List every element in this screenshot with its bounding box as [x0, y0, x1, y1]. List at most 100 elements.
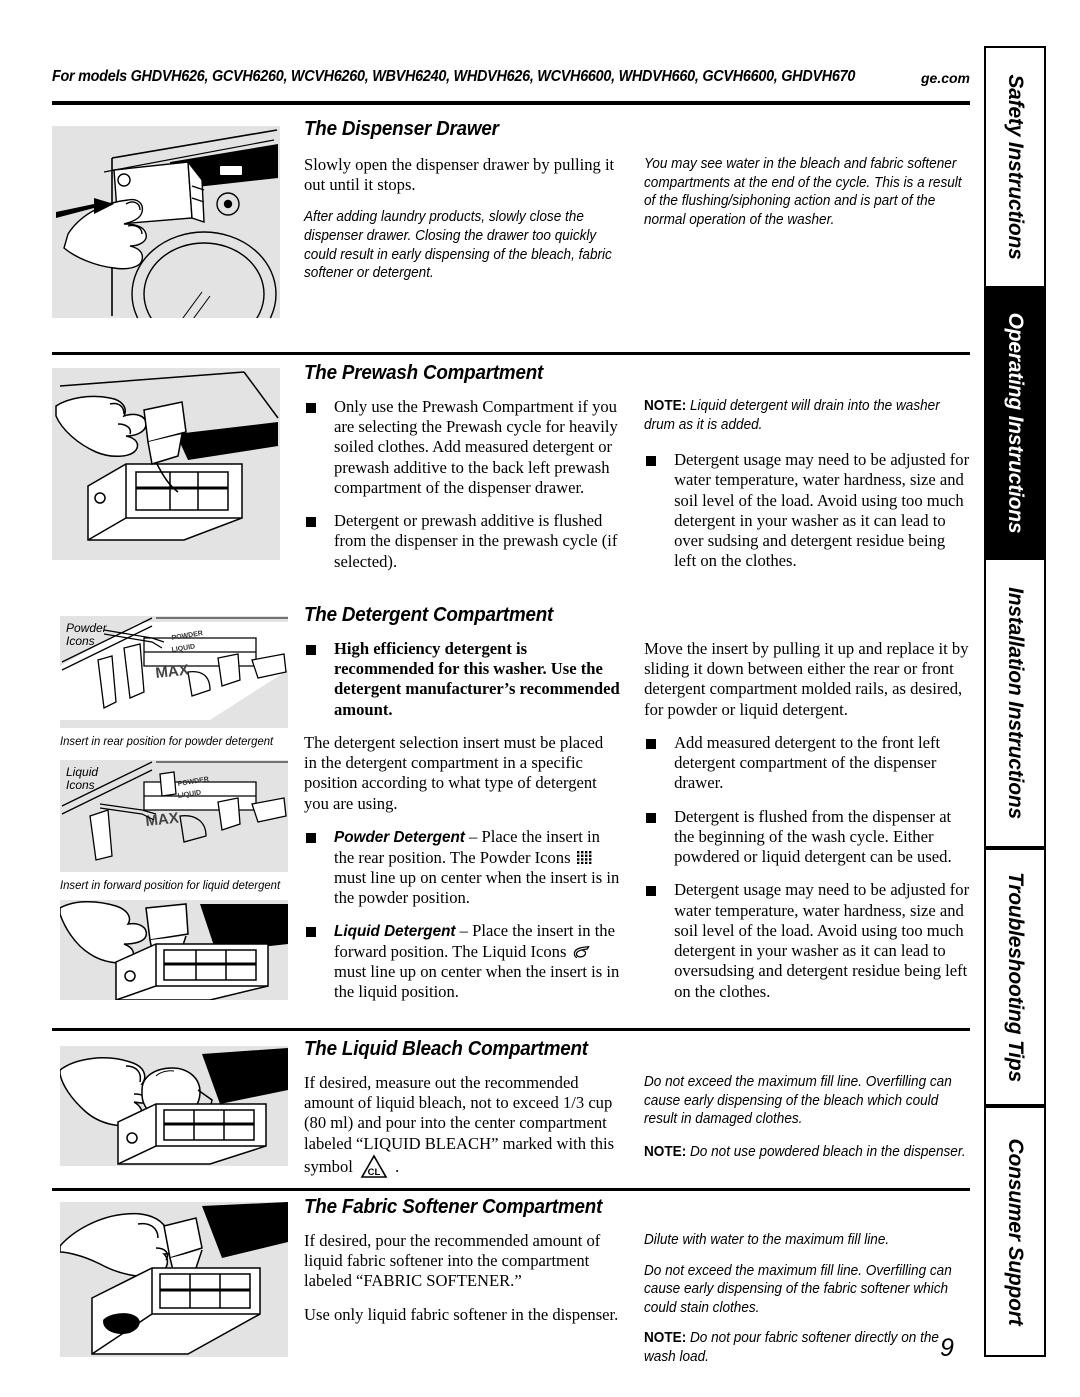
- list-item: Detergent or prewash additive is flushed…: [304, 511, 620, 572]
- bleach-instructions: If desired, measure out the recommended …: [304, 1073, 620, 1180]
- prewash-bullet-list: Only use the Prewash Compartment if you …: [304, 397, 620, 572]
- liquid-icons-label-line1: Liquid: [66, 765, 99, 779]
- list-item: Detergent usage may need to be adjusted …: [644, 880, 970, 1001]
- detergent-insert-paragraph: The detergent selection insert must be p…: [304, 732, 604, 813]
- heading-dispenser-drawer: The Dispenser Drawer: [304, 118, 499, 140]
- prewash-note: NOTE: Liquid detergent will drain into t…: [644, 397, 970, 434]
- powder-detergent-text-b: must line up on center when the insert i…: [334, 867, 620, 907]
- liquid-icons-label-line2: Icons: [66, 777, 95, 792]
- page-number: 9: [940, 1334, 954, 1362]
- powder-detergent-lead: Powder Detergent: [334, 828, 465, 846]
- bleach-pour-drawing: [60, 1048, 288, 1165]
- detergent-left-column: High efficiency detergent is recommended…: [304, 639, 620, 1003]
- illustration-open-drawer: [52, 126, 280, 318]
- detergent-pour-drawing: [60, 901, 288, 1000]
- bleach-text-a: If desired, measure out the recommended …: [304, 1073, 615, 1176]
- caption-liquid-position: Insert in forward position for liquid de…: [60, 878, 281, 892]
- list-item: Detergent is flushed from the dispenser …: [644, 807, 970, 868]
- section-dispenser-drawer: The Dispenser Drawer Slowly open the dis…: [52, 118, 970, 333]
- detergent-right-bullet-list: Add measured detergent to the front left…: [644, 733, 970, 1002]
- divider-1: [52, 352, 970, 355]
- dispenser-paragraph-2: After adding laundry products, slowly cl…: [304, 209, 612, 282]
- softener-pour-drawing: [60, 1202, 288, 1355]
- ge-website: ge.com: [920, 70, 970, 86]
- note-text: Do not use powdered bleach in the dispen…: [686, 1143, 966, 1160]
- illus-max-label: MAX: [155, 662, 190, 682]
- manual-page: For models GHDVH626, GCVH6260, WCVH6260,…: [0, 0, 1080, 1397]
- illustration-softener-pour: [60, 1202, 288, 1357]
- list-item: Only use the Prewash Compartment if you …: [304, 397, 620, 498]
- note-label: NOTE:: [644, 1330, 687, 1347]
- note-label: NOTE:: [644, 1143, 687, 1160]
- section-liquid-bleach: The Liquid Bleach Compartment If desired…: [52, 1038, 970, 1188]
- sidebar-tab-consumer-support[interactable]: Consumer Support: [984, 1106, 1046, 1357]
- sidebar-tab-label: Troubleshooting Tips: [1004, 872, 1027, 1082]
- section-tabs-sidebar: Safety Instructions Operating Instructio…: [984, 46, 1046, 1357]
- heading-fabric-softener: The Fabric Softener Compartment: [304, 1196, 603, 1218]
- powder-icons-label-line2: Icons: [66, 633, 95, 648]
- section-fabric-softener: The Fabric Softener Compartment If desir…: [52, 1196, 970, 1376]
- sidebar-tab-label: Consumer Support: [1004, 1138, 1027, 1325]
- dispenser-note-water: You may see water in the bleach and fabr…: [644, 156, 962, 228]
- dispenser-left-column: Slowly open the dispenser drawer by pull…: [304, 155, 620, 283]
- bleach-overfill-warning: Do not exceed the maximum fill line. Ove…: [644, 1074, 952, 1128]
- detergent-bold-bullet-list: High efficiency detergent is recommended…: [304, 639, 620, 720]
- heading-prewash: The Prewash Compartment: [304, 362, 544, 384]
- dispenser-paragraph-1: Slowly open the dispenser drawer by pull…: [304, 155, 615, 195]
- detergent-move-insert-paragraph: Move the insert by pulling it up and rep…: [644, 639, 969, 719]
- list-item-powder-detergent: Powder Detergent – Place the insert in t…: [304, 827, 620, 908]
- list-item-liquid-detergent: Liquid Detergent – Place the insert in t…: [304, 921, 620, 1002]
- sidebar-tab-troubleshooting-tips[interactable]: Troubleshooting Tips: [984, 848, 1046, 1106]
- bleach-note: NOTE: Do not use powdered bleach in the …: [644, 1143, 970, 1162]
- section-detergent: MAX POWDER LIQUID Powder Icons Insert in…: [52, 604, 970, 1014]
- heading-detergent: The Detergent Compartment: [304, 604, 554, 626]
- sidebar-tab-label: Safety Instructions: [1004, 74, 1027, 260]
- illustration-bleach-pour: [60, 1046, 288, 1166]
- caption-powder-position: Insert in rear position for powder deter…: [60, 734, 274, 748]
- bleach-symbol-icon: CL: [360, 1154, 388, 1180]
- page-header: For models GHDVH626, GCVH6260, WCVH6260,…: [52, 66, 970, 102]
- sidebar-tab-operating-instructions[interactable]: Operating Instructions: [984, 288, 1046, 558]
- list-item: Detergent usage may need to be adjusted …: [644, 450, 970, 571]
- bleach-left-column: If desired, measure out the recommended …: [304, 1073, 620, 1180]
- list-item: Add measured detergent to the front left…: [644, 733, 970, 794]
- softener-left-column: If desired, pour the recommended amount …: [304, 1231, 620, 1366]
- washer-front-drawing: [56, 129, 278, 318]
- model-list: For models GHDVH626, GCVH6260, WCVH6260,…: [52, 68, 856, 85]
- bleach-text-b: .: [391, 1156, 400, 1176]
- bleach-right-column: Do not exceed the maximum fill line. Ove…: [644, 1073, 970, 1180]
- illustration-prewash-pour: [52, 368, 280, 560]
- softener-instructions-1: If desired, pour the recommended amount …: [304, 1231, 601, 1291]
- liquid-icon: [573, 944, 590, 959]
- note-text: Liquid detergent will drain into the was…: [644, 398, 940, 433]
- prewash-right-bullet-list: Detergent usage may need to be adjusted …: [644, 450, 970, 571]
- illustration-liquid-insert: MAX POWDER LIQUID Liquid Icons: [60, 760, 288, 872]
- sidebar-tab-installation-instructions[interactable]: Installation Instructions: [984, 558, 1046, 848]
- liquid-detergent-text-b: must line up on center when the insert i…: [334, 962, 620, 1002]
- sidebar-tab-label: Installation Instructions: [1004, 587, 1027, 819]
- softener-overfill-warning: Do not exceed the maximum fill line. Ove…: [644, 1262, 952, 1316]
- sidebar-tab-label: Operating Instructions: [1004, 312, 1027, 534]
- prewash-right-column: NOTE: Liquid detergent will drain into t…: [644, 397, 970, 572]
- note-text: Do not pour fabric softener directly on …: [644, 1330, 940, 1365]
- detergent-right-column: Move the insert by pulling it up and rep…: [644, 639, 970, 1003]
- note-label: NOTE:: [644, 398, 687, 414]
- softener-right-column: Dilute with water to the maximum fill li…: [644, 1231, 970, 1366]
- header-rule: [52, 101, 970, 105]
- softener-dilute-note: Dilute with water to the maximum fill li…: [644, 1232, 890, 1248]
- illustration-detergent-pour: [60, 900, 288, 1000]
- section-prewash: The Prewash Compartment Only use the Pre…: [52, 362, 970, 587]
- sidebar-tab-safety-instructions[interactable]: Safety Instructions: [984, 46, 1046, 288]
- list-item: High efficiency detergent is recommended…: [304, 639, 620, 720]
- prewash-left-column: Only use the Prewash Compartment if you …: [304, 397, 620, 572]
- powder-icons-label-line1: Powder: [66, 621, 107, 635]
- softener-instructions-2: Use only liquid fabric softener in the d…: [304, 1304, 619, 1324]
- softener-note: NOTE: Do not pour fabric softener direct…: [644, 1329, 970, 1366]
- detergent-type-bullet-list: Powder Detergent – Place the insert in t…: [304, 827, 620, 1003]
- prewash-drawer-drawing: [55, 371, 279, 541]
- illustration-powder-insert: MAX POWDER LIQUID Powder Icons: [60, 616, 288, 728]
- powder-icon: [576, 849, 592, 864]
- svg-text:CL: CL: [368, 1167, 381, 1178]
- divider-3: [52, 1188, 970, 1191]
- dispenser-right-column: You may see water in the bleach and fabr…: [644, 155, 970, 283]
